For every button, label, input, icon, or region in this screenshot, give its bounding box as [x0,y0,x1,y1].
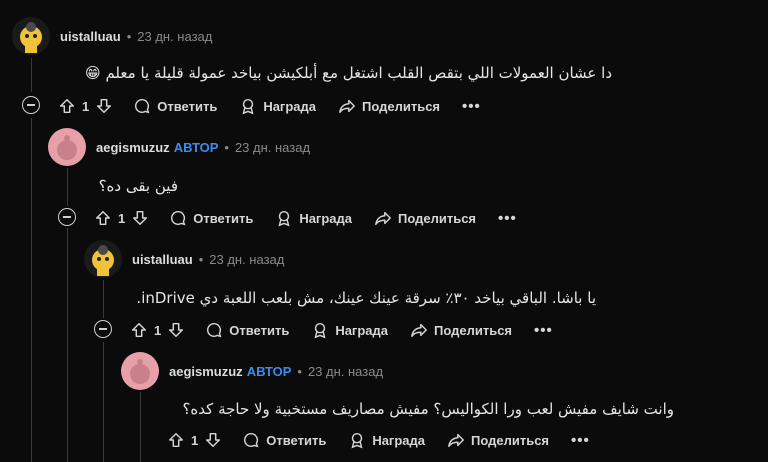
share-button[interactable]: Поделиться [447,431,549,449]
timestamp[interactable]: 23 дн. назад [235,140,310,155]
award-icon [314,322,326,339]
share-label: Поделиться [434,322,513,338]
vote-group: 1 [94,209,149,227]
avatar[interactable] [48,128,86,166]
username[interactable]: uistalluau [132,252,193,267]
collapse-button[interactable] [94,320,112,338]
reply-label: Ответить [266,432,327,448]
username[interactable]: uistalluau [60,29,121,44]
share-button[interactable]: Поделиться [338,97,440,115]
downvote-icon[interactable] [131,209,149,227]
comment-header: aegismuzuz АВТОР • 23 дн. назад [48,127,310,167]
chat-bubble-icon [135,98,150,114]
award-icon [278,210,290,227]
chat-bubble-icon [171,210,186,226]
downvote-icon[interactable] [167,321,185,339]
separator-dot: • [224,139,229,155]
share-icon [339,99,355,114]
upvote-icon[interactable] [167,431,185,449]
thread-line [103,280,104,318]
comment-text: فين بقى ده؟ [98,177,178,195]
upvote-icon[interactable] [58,97,76,115]
vote-group: 1 [130,321,185,339]
reply-label: Ответить [157,98,218,114]
comment-actions: 1 Ответить Награда Поделиться ••• [167,426,590,454]
comment-actions: 1 Ответить Награда Поделиться ••• [130,316,553,344]
chat-bubble-icon [207,322,222,338]
thread-line [31,58,32,92]
collapse-button[interactable] [22,96,40,114]
comment-header: uistalluau • 23 дн. назад [12,16,212,56]
separator-dot: • [126,28,132,44]
more-options-button[interactable]: ••• [462,98,481,115]
separator-dot: • [297,363,302,379]
timestamp[interactable]: 23 дн. назад [308,364,383,379]
more-options-button[interactable]: ••• [571,432,590,449]
award-button[interactable]: Награда [275,209,352,227]
award-button[interactable]: Награда [311,321,388,339]
award-button[interactable]: Награда [348,431,425,449]
share-button[interactable]: Поделиться [374,209,476,227]
avatar[interactable] [121,352,159,390]
chat-bubble-icon [244,432,259,448]
reply-button[interactable]: Ответить [133,97,217,115]
op-badge: АВТОР [173,139,219,155]
comment-text: دا عشان العمولات اللي بتقص القلب اشتغل م… [85,64,612,82]
thread-line [67,228,68,462]
timestamp[interactable]: 23 дн. назад [137,29,212,44]
username[interactable]: aegismuzuz [96,140,170,155]
reply-label: Ответить [193,210,254,226]
downvote-icon[interactable] [204,431,222,449]
comment-actions: 1 Ответить Награда Поделиться ••• [94,204,517,232]
reply-label: Ответить [229,322,290,338]
award-label: Награда [263,98,316,114]
share-icon [375,211,391,226]
comment-text: يا باشا. الباقي بياخد ٣٠٪ سرقة عينك عينك… [136,289,596,307]
avatar[interactable] [84,240,122,278]
op-badge: АВТОР [246,363,292,379]
award-button[interactable]: Награда [239,97,316,115]
comment-actions: 1 Ответить Награда Поделиться ••• [58,92,481,120]
vote-count: 1 [82,98,90,114]
more-options-button[interactable]: ••• [498,210,517,227]
share-icon [411,323,427,338]
downvote-icon[interactable] [95,97,113,115]
upvote-icon[interactable] [130,321,148,339]
share-icon [448,433,464,448]
thread-line [31,118,32,462]
reply-button[interactable]: Ответить [242,431,326,449]
thread-line [140,392,141,462]
vote-count: 1 [118,210,126,226]
comment-header: uistalluau • 23 дн. назад [84,239,284,279]
vote-count: 1 [191,432,199,448]
comment-header: aegismuzuz АВТОР • 23 дн. назад [121,351,383,391]
thread-line [67,168,68,206]
vote-count: 1 [154,322,162,338]
share-label: Поделиться [398,210,477,226]
reply-button[interactable]: Ответить [205,321,289,339]
separator-dot: • [198,251,204,267]
vote-group: 1 [167,431,222,449]
award-icon [351,432,363,449]
award-label: Награда [372,432,425,448]
username[interactable]: aegismuzuz [169,364,243,379]
reply-button[interactable]: Ответить [169,209,253,227]
share-label: Поделиться [471,432,550,448]
award-label: Награда [335,322,388,338]
award-label: Награда [299,210,352,226]
share-button[interactable]: Поделиться [410,321,512,339]
vote-group: 1 [58,97,113,115]
award-icon [242,98,254,115]
share-label: Поделиться [362,98,441,114]
comment-text: وانت شايف مفيش لعب ورا الكواليس؟ مفيش مص… [182,400,674,418]
upvote-icon[interactable] [94,209,112,227]
timestamp[interactable]: 23 дн. назад [209,252,284,267]
more-options-button[interactable]: ••• [534,322,553,339]
collapse-button[interactable] [58,208,76,226]
thread-line [103,342,104,462]
avatar[interactable] [12,17,50,55]
